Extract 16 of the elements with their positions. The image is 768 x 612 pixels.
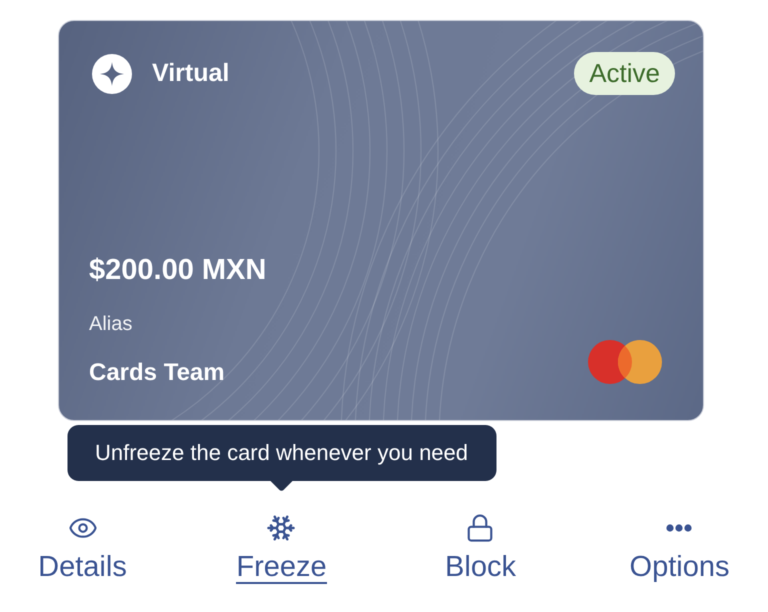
details-action-button[interactable]: Details: [38, 513, 127, 584]
block-action-button[interactable]: Block: [445, 513, 516, 584]
lock-icon: [465, 513, 496, 543]
circles-logo-icon: [588, 340, 662, 384]
card-balance: $200.00 MXN: [89, 254, 266, 286]
snowflake-icon: [266, 513, 296, 543]
more-icon: [666, 524, 692, 532]
alias-label: Alias: [89, 312, 132, 336]
tooltip: Unfreeze the card whenever you need: [67, 425, 496, 481]
status-badge: Active: [574, 52, 675, 95]
star-logo-icon: [92, 54, 132, 94]
freeze-action-button[interactable]: Freeze: [236, 513, 327, 584]
tooltip-pointer-icon: [270, 481, 292, 491]
options-action-button[interactable]: Options: [630, 513, 730, 584]
alias-name: Cards Team: [89, 358, 225, 388]
card-type-label: Virtual: [152, 59, 230, 88]
